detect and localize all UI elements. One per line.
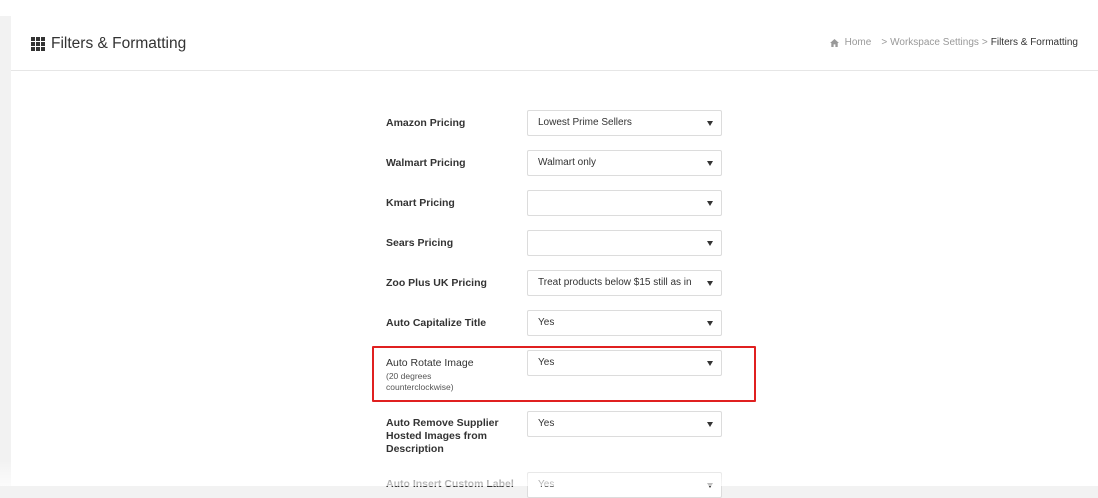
select-value: Yes bbox=[538, 418, 555, 429]
chevron-down-icon bbox=[707, 321, 713, 326]
breadcrumb: Home > Workspace Settings > Filters & Fo… bbox=[829, 37, 1078, 48]
breadcrumb-separator: > bbox=[881, 37, 888, 48]
home-icon bbox=[829, 38, 839, 47]
chevron-down-icon bbox=[707, 281, 713, 286]
select-value: Yes bbox=[538, 357, 555, 368]
setting-label: Walmart Pricing bbox=[386, 157, 466, 169]
kmart-pricing-select[interactable] bbox=[527, 190, 722, 216]
setting-label: Sears Pricing bbox=[386, 237, 454, 249]
chevron-down-icon bbox=[707, 201, 713, 206]
breadcrumb-current: Filters & Formatting bbox=[990, 37, 1078, 48]
setting-label: Zoo Plus UK Pricing bbox=[386, 277, 487, 289]
select-value: Lowest Prime Sellers bbox=[538, 117, 632, 128]
grid-icon bbox=[31, 37, 45, 51]
amazon-pricing-select[interactable]: Lowest Prime Sellers bbox=[527, 110, 722, 136]
page-header: Filters & Formatting Home > Workspace Se… bbox=[11, 16, 1098, 71]
breadcrumb-home-link[interactable]: Home bbox=[845, 37, 872, 48]
top-strip bbox=[0, 0, 1098, 16]
page-title-text: Filters & Formatting bbox=[51, 35, 187, 52]
setting-label-group: Auto Rotate Image (20 degrees counterclo… bbox=[386, 357, 506, 393]
setting-label: Auto Remove Supplier Hosted Images from … bbox=[386, 417, 499, 455]
chevron-down-icon bbox=[707, 241, 713, 246]
auto-capitalize-title-select[interactable]: Yes bbox=[527, 310, 722, 336]
chevron-down-icon bbox=[707, 121, 713, 126]
breadcrumb-separator: > bbox=[981, 37, 988, 48]
select-value: Walmart only bbox=[538, 157, 596, 168]
zoo-plus-uk-pricing-select[interactable]: Treat products below $15 still as in bbox=[527, 270, 722, 296]
sears-pricing-select[interactable] bbox=[527, 230, 722, 256]
walmart-pricing-select[interactable]: Walmart only bbox=[527, 150, 722, 176]
setting-label: Auto Capitalize Title bbox=[386, 317, 487, 329]
setting-sublabel: (20 degrees counterclockwise) bbox=[386, 371, 454, 392]
setting-label: Amazon Pricing bbox=[386, 117, 466, 129]
auto-remove-supplier-images-select[interactable]: Yes bbox=[527, 411, 722, 437]
chevron-down-icon bbox=[707, 361, 713, 366]
bottom-fade bbox=[0, 460, 1098, 486]
breadcrumb-workspace-settings-link[interactable]: Workspace Settings bbox=[890, 37, 979, 48]
chevron-down-icon bbox=[707, 422, 713, 427]
select-value: Yes bbox=[538, 317, 555, 328]
page-title: Filters & Formatting bbox=[31, 35, 186, 53]
auto-rotate-image-select[interactable]: Yes bbox=[527, 350, 722, 376]
setting-label: Kmart Pricing bbox=[386, 197, 455, 209]
chevron-down-icon bbox=[707, 161, 713, 166]
setting-label: Auto Rotate Image bbox=[386, 357, 474, 369]
select-value: Treat products below $15 still as in bbox=[538, 277, 692, 288]
